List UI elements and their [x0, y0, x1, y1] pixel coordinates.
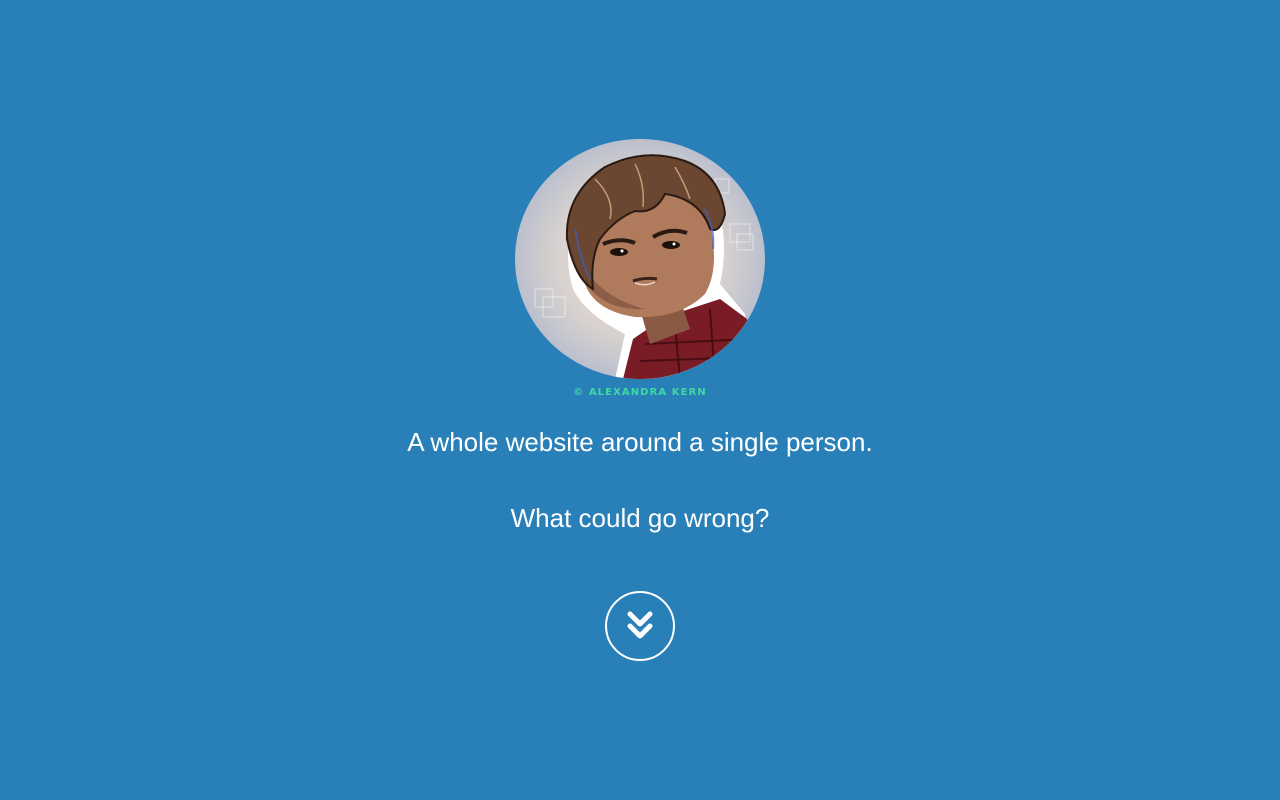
avatar-credit: © ALEXANDRA KERN	[573, 387, 707, 398]
double-chevron-down-icon	[627, 611, 653, 639]
avatar-illustration	[515, 139, 765, 379]
tagline-line-1: A whole website around a single person.	[407, 427, 873, 457]
scroll-down-button[interactable]	[605, 591, 675, 661]
tagline-line-2: What could go wrong?	[510, 503, 770, 533]
landing-page: © ALEXANDRA KERN A whole website around …	[0, 0, 1280, 800]
